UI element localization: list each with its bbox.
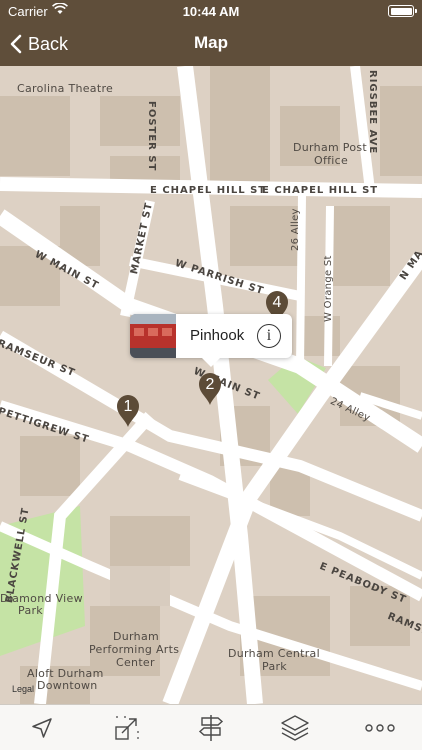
map-label-diamond-view-park-2: Park [18, 604, 43, 617]
map-label-dpac-3: Center [116, 656, 155, 669]
more-button[interactable] [360, 708, 400, 748]
map-label-durham-central-park-2: Park [262, 660, 287, 673]
map-view[interactable]: Carolina Theatre FOSTER ST RIGSBEE AVE D… [0, 66, 422, 704]
map-label-durham-central-park-1: Durham Central [228, 647, 320, 660]
more-icon [365, 723, 395, 732]
map-label-dpac-2: Performing Arts [89, 643, 180, 656]
layers-icon [281, 714, 310, 741]
map-label-durham-post-office-1: Durham Post [293, 141, 368, 154]
battery-icon [388, 5, 417, 17]
pinhook-thumbnail [130, 314, 176, 358]
map-pin-1[interactable]: 1 [116, 394, 140, 428]
layers-button[interactable] [275, 708, 315, 748]
navigation-bar: Carrier 10:44 AM Back Map [0, 0, 422, 66]
status-bar: Carrier 10:44 AM [0, 0, 422, 22]
map-pin-number: 1 [123, 398, 133, 415]
status-time: 10:44 AM [182, 4, 240, 19]
map-pin-2[interactable]: 2 [198, 372, 222, 406]
map-pin-number: 2 [205, 376, 215, 393]
location-button[interactable] [22, 708, 62, 748]
directions-button[interactable] [191, 708, 231, 748]
resize-button[interactable] [107, 708, 147, 748]
map-label-w-orange-st: W Orange St [323, 255, 334, 322]
resize-icon [114, 715, 139, 740]
legal-link[interactable]: Legal [12, 684, 34, 694]
location-arrow-icon [32, 717, 52, 738]
callout-title: Pinhook [190, 327, 245, 344]
map-label-e-chapel-hill-st-2: E CHAPEL HILL ST [262, 185, 379, 196]
map-label-e-chapel-hill-st-1: E CHAPEL HILL ST [150, 185, 267, 196]
bottom-toolbar [0, 704, 422, 750]
map-label-dpac-1: Durham [113, 630, 159, 643]
map-label-rigsbee-ave: RIGSBEE AVE [367, 70, 378, 155]
info-icon[interactable]: i [257, 324, 281, 348]
map-label-durham-post-office-2: Office [314, 154, 349, 167]
map-label-aloft-2: Downtown [37, 679, 98, 692]
signpost-icon [198, 714, 224, 741]
pinhook-callout[interactable]: Pinhook i [130, 314, 292, 367]
map-label-carolina-theatre: Carolina Theatre [17, 82, 114, 95]
page-title: Map [194, 33, 228, 52]
map-pin-number: 4 [272, 294, 282, 311]
map-label-26-alley: 26 Alley [290, 208, 301, 251]
map-label-foster-st: FOSTER ST [146, 101, 157, 172]
